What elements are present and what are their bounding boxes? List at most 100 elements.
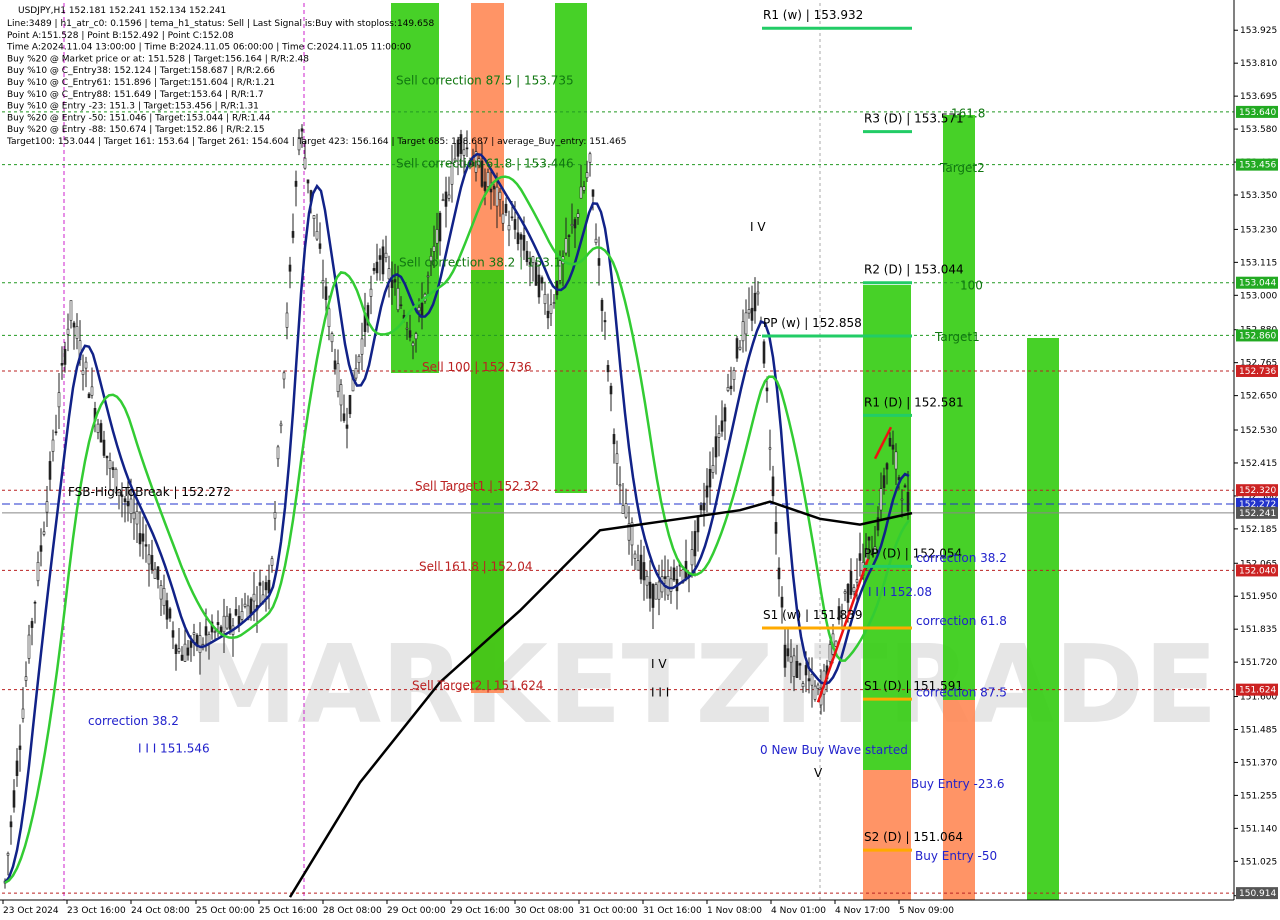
candle-body <box>522 235 526 251</box>
candle-body <box>744 312 748 335</box>
x-tick-label: 30 Oct 08:00 <box>515 906 574 916</box>
candle-body <box>510 216 514 219</box>
info-line: Line:3489 | h1_atr_c0: 0.1596 | tema_h1_… <box>7 19 434 29</box>
annotation-label: I I I <box>651 686 669 700</box>
candle-body <box>702 502 706 511</box>
candle-body <box>159 585 163 600</box>
annotation-label: V <box>814 766 823 780</box>
annotation-label: correction 38.2 <box>88 714 179 728</box>
annotation-label: Sell 100 | 152.736 <box>422 360 532 374</box>
price-tag-label: 152.040 <box>1239 566 1276 576</box>
annotation-label: Sell Target2 | 151.624 <box>412 679 544 693</box>
candle-body <box>426 275 430 278</box>
candle-body <box>696 516 700 533</box>
candle-body <box>753 292 757 312</box>
candle-body <box>162 588 166 606</box>
candle-body <box>9 821 13 828</box>
candle-body <box>321 280 325 284</box>
candle-body <box>489 188 493 193</box>
candle-body <box>222 615 226 633</box>
price-tag-label: 153.044 <box>1239 279 1276 289</box>
y-tick-label: 151.720 <box>1240 658 1277 668</box>
info-line: Time A:2024.11.04 13:00:00 | Time B:2024… <box>6 43 411 53</box>
candle-body <box>867 536 871 541</box>
candle-body <box>87 393 91 399</box>
candle-body <box>537 274 541 298</box>
candle-body <box>552 302 556 304</box>
candle-body <box>39 545 43 552</box>
candle-body <box>327 308 331 328</box>
candle-body <box>642 562 646 581</box>
annotation-label: I I I 152.08 <box>868 585 932 599</box>
candle-body <box>483 181 487 191</box>
candle-body <box>657 581 661 600</box>
price-tag-label: 153.640 <box>1239 108 1276 118</box>
candle-body <box>441 199 445 201</box>
candle-body <box>90 386 94 396</box>
candle-body <box>378 255 382 260</box>
y-tick-label: 153.810 <box>1240 59 1277 69</box>
price-tag-label: 152.241 <box>1239 509 1276 519</box>
candle-body <box>828 644 832 662</box>
pivot-label: R3 (D) | 153.571 <box>864 112 964 126</box>
candle-body <box>447 194 451 199</box>
annotation-label: 161.8 <box>951 107 985 121</box>
candle-body <box>75 326 79 339</box>
candle-body <box>390 279 394 288</box>
candle-body <box>186 647 190 656</box>
candle-body <box>318 243 322 249</box>
candle-body <box>135 510 139 525</box>
candle-body <box>570 224 574 226</box>
y-tick-label: 153.230 <box>1240 225 1277 235</box>
info-line: Point A:151.528 | Point B:152.492 | Poin… <box>7 31 234 41</box>
candle-body <box>813 685 817 700</box>
info-line: Buy %20 @ Market price or at: 151.528 | … <box>7 54 309 64</box>
candle-body <box>672 567 676 581</box>
annotation-label: FSB-HighToBreak | 152.272 <box>68 485 231 499</box>
x-tick-label: 5 Nov 09:00 <box>899 906 954 916</box>
candle-body <box>414 333 418 340</box>
candle-body <box>51 439 55 452</box>
y-tick-label: 152.530 <box>1240 426 1277 436</box>
y-tick-label: 151.140 <box>1240 824 1277 834</box>
candle-body <box>645 576 649 586</box>
candle-body <box>465 147 469 150</box>
candle-body <box>258 582 262 586</box>
pivot-label: S2 (D) | 151.064 <box>864 830 963 844</box>
candle-body <box>354 368 358 379</box>
candle-body <box>573 219 577 229</box>
candle-body <box>564 238 568 254</box>
candle-body <box>768 447 772 450</box>
candle-body <box>216 622 220 626</box>
candle-body <box>780 596 784 608</box>
zone-column <box>391 3 439 373</box>
candle-body <box>129 498 133 514</box>
candle-body <box>168 608 172 619</box>
candle-body <box>285 312 289 328</box>
candle-body <box>444 191 448 207</box>
candle-body <box>894 451 898 470</box>
candle-body <box>606 364 610 373</box>
candle-body <box>732 370 736 380</box>
annotation-label: Sell Target1 | 152.32 <box>415 479 539 493</box>
pivot-label: PP (w) | 152.858 <box>763 316 862 330</box>
annotation-label: 100 <box>960 279 983 293</box>
candle-body <box>387 268 391 280</box>
candle-body <box>111 467 115 471</box>
candle-body <box>171 630 175 638</box>
candle-body <box>501 213 505 224</box>
candle-body <box>357 355 361 363</box>
candle-body <box>345 424 349 429</box>
y-tick-label: 152.650 <box>1240 392 1277 402</box>
candle-body <box>48 461 52 480</box>
candle-body <box>312 215 316 219</box>
candle-body <box>360 338 364 355</box>
price-chart[interactable]: MARKETZITRADE R1 (w) | 153.932 R3 (D) | 15… <box>0 0 1280 920</box>
candle-body <box>699 505 703 511</box>
candle-body <box>6 853 10 856</box>
candle-body <box>198 635 202 653</box>
candle-body <box>789 656 793 663</box>
candle-body <box>291 231 295 238</box>
candle-body <box>336 363 340 392</box>
candle-body <box>174 644 178 655</box>
